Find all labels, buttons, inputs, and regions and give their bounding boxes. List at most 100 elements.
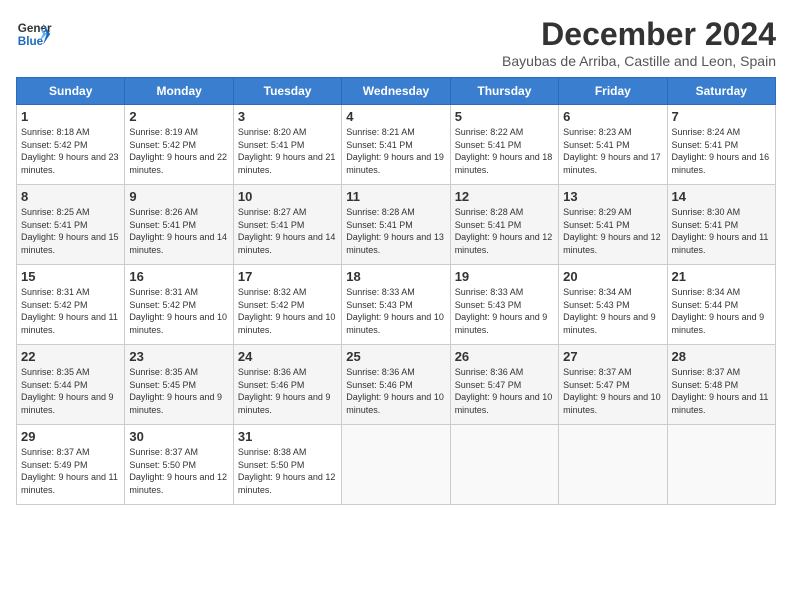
day-info: Sunrise: 8:37 AM Sunset: 5:49 PM Dayligh… (21, 446, 120, 496)
calendar-cell: 18 Sunrise: 8:33 AM Sunset: 5:43 PM Dayl… (342, 265, 450, 345)
day-info: Sunrise: 8:24 AM Sunset: 5:41 PM Dayligh… (672, 126, 771, 176)
day-info: Sunrise: 8:37 AM Sunset: 5:50 PM Dayligh… (129, 446, 228, 496)
calendar-week-row: 22 Sunrise: 8:35 AM Sunset: 5:44 PM Dayl… (17, 345, 776, 425)
calendar-cell: 20 Sunrise: 8:34 AM Sunset: 5:43 PM Dayl… (559, 265, 667, 345)
col-wednesday: Wednesday (342, 78, 450, 105)
calendar-cell: 25 Sunrise: 8:36 AM Sunset: 5:46 PM Dayl… (342, 345, 450, 425)
calendar-cell: 14 Sunrise: 8:30 AM Sunset: 5:41 PM Dayl… (667, 185, 775, 265)
calendar-cell: 12 Sunrise: 8:28 AM Sunset: 5:41 PM Dayl… (450, 185, 558, 265)
day-number: 31 (238, 429, 337, 444)
day-info: Sunrise: 8:38 AM Sunset: 5:50 PM Dayligh… (238, 446, 337, 496)
day-info: Sunrise: 8:32 AM Sunset: 5:42 PM Dayligh… (238, 286, 337, 336)
calendar-cell: 27 Sunrise: 8:37 AM Sunset: 5:47 PM Dayl… (559, 345, 667, 425)
calendar-cell: 1 Sunrise: 8:18 AM Sunset: 5:42 PM Dayli… (17, 105, 125, 185)
calendar-cell (342, 425, 450, 505)
calendar-cell: 24 Sunrise: 8:36 AM Sunset: 5:46 PM Dayl… (233, 345, 341, 425)
day-info: Sunrise: 8:20 AM Sunset: 5:41 PM Dayligh… (238, 126, 337, 176)
day-info: Sunrise: 8:28 AM Sunset: 5:41 PM Dayligh… (346, 206, 445, 256)
calendar-week-row: 15 Sunrise: 8:31 AM Sunset: 5:42 PM Dayl… (17, 265, 776, 345)
day-number: 16 (129, 269, 228, 284)
day-number: 26 (455, 349, 554, 364)
day-number: 9 (129, 189, 228, 204)
day-info: Sunrise: 8:29 AM Sunset: 5:41 PM Dayligh… (563, 206, 662, 256)
day-number: 13 (563, 189, 662, 204)
calendar-week-row: 1 Sunrise: 8:18 AM Sunset: 5:42 PM Dayli… (17, 105, 776, 185)
calendar-cell: 31 Sunrise: 8:38 AM Sunset: 5:50 PM Dayl… (233, 425, 341, 505)
calendar-week-row: 8 Sunrise: 8:25 AM Sunset: 5:41 PM Dayli… (17, 185, 776, 265)
day-info: Sunrise: 8:30 AM Sunset: 5:41 PM Dayligh… (672, 206, 771, 256)
day-info: Sunrise: 8:22 AM Sunset: 5:41 PM Dayligh… (455, 126, 554, 176)
calendar-cell (559, 425, 667, 505)
page-header: General Blue December 2024 Bayubas de Ar… (16, 16, 776, 69)
day-info: Sunrise: 8:28 AM Sunset: 5:41 PM Dayligh… (455, 206, 554, 256)
calendar-cell: 22 Sunrise: 8:35 AM Sunset: 5:44 PM Dayl… (17, 345, 125, 425)
day-info: Sunrise: 8:36 AM Sunset: 5:46 PM Dayligh… (238, 366, 337, 416)
day-info: Sunrise: 8:36 AM Sunset: 5:47 PM Dayligh… (455, 366, 554, 416)
calendar-cell: 21 Sunrise: 8:34 AM Sunset: 5:44 PM Dayl… (667, 265, 775, 345)
day-info: Sunrise: 8:34 AM Sunset: 5:44 PM Dayligh… (672, 286, 771, 336)
calendar-cell: 30 Sunrise: 8:37 AM Sunset: 5:50 PM Dayl… (125, 425, 233, 505)
day-number: 22 (21, 349, 120, 364)
day-info: Sunrise: 8:25 AM Sunset: 5:41 PM Dayligh… (21, 206, 120, 256)
day-number: 6 (563, 109, 662, 124)
day-number: 23 (129, 349, 228, 364)
day-number: 21 (672, 269, 771, 284)
calendar-cell: 11 Sunrise: 8:28 AM Sunset: 5:41 PM Dayl… (342, 185, 450, 265)
day-info: Sunrise: 8:27 AM Sunset: 5:41 PM Dayligh… (238, 206, 337, 256)
day-number: 27 (563, 349, 662, 364)
calendar-cell: 3 Sunrise: 8:20 AM Sunset: 5:41 PM Dayli… (233, 105, 341, 185)
day-info: Sunrise: 8:23 AM Sunset: 5:41 PM Dayligh… (563, 126, 662, 176)
calendar-cell: 26 Sunrise: 8:36 AM Sunset: 5:47 PM Dayl… (450, 345, 558, 425)
day-info: Sunrise: 8:33 AM Sunset: 5:43 PM Dayligh… (455, 286, 554, 336)
day-number: 24 (238, 349, 337, 364)
col-sunday: Sunday (17, 78, 125, 105)
day-info: Sunrise: 8:37 AM Sunset: 5:47 PM Dayligh… (563, 366, 662, 416)
day-number: 4 (346, 109, 445, 124)
calendar-cell: 15 Sunrise: 8:31 AM Sunset: 5:42 PM Dayl… (17, 265, 125, 345)
calendar-cell: 17 Sunrise: 8:32 AM Sunset: 5:42 PM Dayl… (233, 265, 341, 345)
col-thursday: Thursday (450, 78, 558, 105)
calendar-week-row: 29 Sunrise: 8:37 AM Sunset: 5:49 PM Dayl… (17, 425, 776, 505)
day-number: 19 (455, 269, 554, 284)
day-info: Sunrise: 8:31 AM Sunset: 5:42 PM Dayligh… (21, 286, 120, 336)
svg-text:Blue: Blue (18, 35, 44, 48)
day-info: Sunrise: 8:31 AM Sunset: 5:42 PM Dayligh… (129, 286, 228, 336)
day-number: 25 (346, 349, 445, 364)
calendar-cell: 29 Sunrise: 8:37 AM Sunset: 5:49 PM Dayl… (17, 425, 125, 505)
day-number: 1 (21, 109, 120, 124)
day-info: Sunrise: 8:19 AM Sunset: 5:42 PM Dayligh… (129, 126, 228, 176)
day-number: 10 (238, 189, 337, 204)
location-title: Bayubas de Arriba, Castille and Leon, Sp… (502, 53, 776, 69)
col-monday: Monday (125, 78, 233, 105)
calendar-cell: 2 Sunrise: 8:19 AM Sunset: 5:42 PM Dayli… (125, 105, 233, 185)
title-area: December 2024 Bayubas de Arriba, Castill… (502, 16, 776, 69)
calendar-header-row: Sunday Monday Tuesday Wednesday Thursday… (17, 78, 776, 105)
month-title: December 2024 (502, 16, 776, 53)
day-number: 15 (21, 269, 120, 284)
day-info: Sunrise: 8:18 AM Sunset: 5:42 PM Dayligh… (21, 126, 120, 176)
day-info: Sunrise: 8:35 AM Sunset: 5:45 PM Dayligh… (129, 366, 228, 416)
day-number: 12 (455, 189, 554, 204)
calendar-cell (450, 425, 558, 505)
calendar-cell: 16 Sunrise: 8:31 AM Sunset: 5:42 PM Dayl… (125, 265, 233, 345)
day-info: Sunrise: 8:21 AM Sunset: 5:41 PM Dayligh… (346, 126, 445, 176)
calendar-cell: 10 Sunrise: 8:27 AM Sunset: 5:41 PM Dayl… (233, 185, 341, 265)
day-info: Sunrise: 8:26 AM Sunset: 5:41 PM Dayligh… (129, 206, 228, 256)
day-number: 7 (672, 109, 771, 124)
day-number: 30 (129, 429, 228, 444)
calendar-cell: 8 Sunrise: 8:25 AM Sunset: 5:41 PM Dayli… (17, 185, 125, 265)
col-friday: Friday (559, 78, 667, 105)
calendar-cell: 9 Sunrise: 8:26 AM Sunset: 5:41 PM Dayli… (125, 185, 233, 265)
calendar-cell: 23 Sunrise: 8:35 AM Sunset: 5:45 PM Dayl… (125, 345, 233, 425)
logo-icon: General Blue (16, 16, 52, 52)
day-number: 28 (672, 349, 771, 364)
day-number: 17 (238, 269, 337, 284)
col-saturday: Saturday (667, 78, 775, 105)
calendar-cell: 19 Sunrise: 8:33 AM Sunset: 5:43 PM Dayl… (450, 265, 558, 345)
day-number: 11 (346, 189, 445, 204)
day-number: 18 (346, 269, 445, 284)
day-info: Sunrise: 8:33 AM Sunset: 5:43 PM Dayligh… (346, 286, 445, 336)
calendar-table: Sunday Monday Tuesday Wednesday Thursday… (16, 77, 776, 505)
calendar-cell: 7 Sunrise: 8:24 AM Sunset: 5:41 PM Dayli… (667, 105, 775, 185)
calendar-cell: 4 Sunrise: 8:21 AM Sunset: 5:41 PM Dayli… (342, 105, 450, 185)
